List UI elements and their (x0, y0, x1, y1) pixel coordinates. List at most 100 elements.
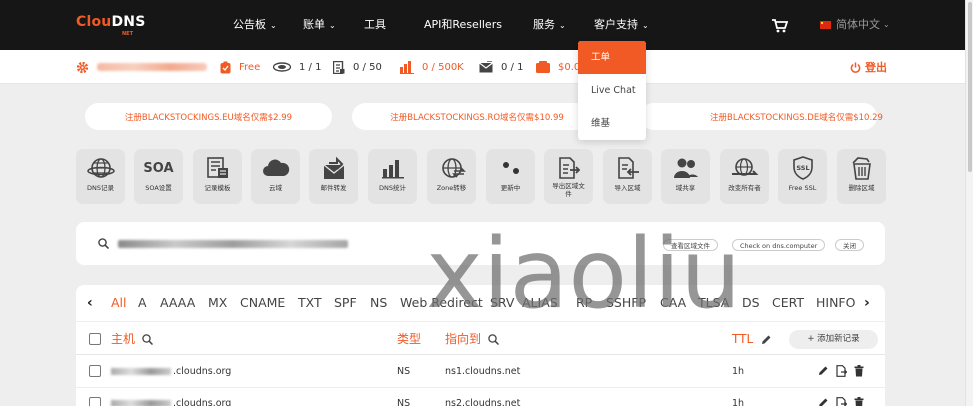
row-ttl: 1h (732, 366, 745, 377)
tab-rp[interactable]: RP (576, 285, 592, 321)
tab-hinfo[interactable]: HINFO (816, 285, 858, 321)
column-points-to[interactable]: 指向到 (445, 322, 500, 356)
pencil-icon[interactable] (818, 397, 829, 406)
row-host: .cloudns.org (111, 388, 231, 406)
tab-tlsa[interactable]: TLSA (698, 285, 729, 321)
tile-change-owner[interactable]: 改变所有者 (720, 149, 769, 204)
select-all-checkbox[interactable] (89, 333, 101, 345)
document-icon[interactable] (836, 365, 847, 377)
mail-forward-icon (321, 156, 347, 180)
view-zone-file-button[interactable]: 查看区域文件 (663, 239, 718, 251)
pencil-icon[interactable] (761, 334, 772, 345)
queries-status: 0 / 500K (400, 50, 464, 84)
document-icon[interactable] (836, 397, 847, 406)
chevron-right-icon[interactable]: › (864, 285, 870, 321)
tab-mx[interactable]: MX (208, 285, 227, 321)
row-checkbox[interactable] (89, 365, 101, 377)
menu-item-live-chat[interactable]: Live Chat (578, 74, 646, 107)
tab-cert[interactable]: CERT (772, 285, 804, 321)
tab-ns[interactable]: NS (370, 285, 387, 321)
row-points-to: ns1.cloudns.net (445, 366, 521, 377)
nav-services[interactable]: 服务 ⌄ (533, 0, 566, 50)
search-icon[interactable] (142, 333, 154, 345)
mail-forward-icon (479, 61, 493, 73)
row-actions (818, 365, 864, 377)
table-header: 主机 类型 指向到 TTL + 添加新记录 (76, 321, 885, 355)
record-type-tabs: ‹ All A AAAA MX CNAME TXT SPF NS Web Red… (76, 285, 885, 321)
promo-banner-eu[interactable]: 注册BLACKSTOCKINGS.EU域名仅需$2.99 (85, 103, 332, 130)
vertical-scrollbar[interactable] (965, 0, 973, 406)
tile-zone-transfer[interactable]: Zone转移 (427, 149, 476, 204)
tile-updating[interactable]: 更新中 (486, 149, 535, 204)
export-icon (557, 156, 581, 180)
tile-delete-zone[interactable]: 删除区域 (837, 149, 886, 204)
tile-mail-forwarding[interactable]: 邮件转发 (309, 149, 358, 204)
tab-alias[interactable]: ALIAS (522, 285, 558, 321)
svg-text:SSL: SSL (796, 164, 809, 172)
records-status: 0 / 50 (333, 50, 382, 84)
tab-ds[interactable]: DS (742, 285, 760, 321)
power-icon (850, 61, 861, 73)
row-points-to: ns2.cloudns.net (445, 398, 521, 406)
tile-import-zone[interactable]: 导入区域 (603, 149, 652, 204)
close-button[interactable]: 关闭 (835, 239, 864, 251)
column-ttl[interactable]: TTL (732, 322, 772, 356)
column-host[interactable]: 主机 (111, 322, 154, 356)
tile-dns-statistics[interactable]: DNS统计 (368, 149, 417, 204)
menu-item-tickets[interactable]: 工单 (578, 41, 646, 74)
balance-status[interactable]: $0.0 (536, 50, 580, 84)
zones-icon (273, 62, 291, 72)
logout-button[interactable]: 登出 (850, 50, 887, 84)
add-record-button[interactable]: + 添加新记录 (789, 330, 878, 349)
change-owner-icon (731, 156, 759, 180)
tab-spf[interactable]: SPF (334, 285, 357, 321)
support-dropdown-menu: 工单 Live Chat 维基 (578, 41, 646, 140)
plan-status[interactable]: Free (220, 50, 260, 84)
row-checkbox[interactable] (89, 397, 101, 406)
trash-icon[interactable] (854, 365, 864, 377)
account-info[interactable] (76, 50, 207, 84)
cloud-icon (262, 156, 290, 180)
row-ttl: 1h (732, 398, 745, 406)
menu-item-wiki[interactable]: 维基 (578, 107, 646, 140)
tab-cname[interactable]: CNAME (240, 285, 285, 321)
language-selector[interactable]: 简体中文 ⌄ (820, 0, 890, 50)
tile-free-ssl[interactable]: SSL Free SSL (778, 149, 827, 204)
template-icon (206, 156, 230, 180)
tab-caa[interactable]: CAA (660, 285, 686, 321)
promo-banner-de[interactable]: 注册BLACKSTOCKINGS.DE域名仅需$10.29 (640, 103, 883, 130)
tile-domain-sharing[interactable]: 域共享 (661, 149, 710, 204)
cart-icon[interactable] (772, 19, 788, 33)
check-dns-computer-button[interactable]: Check on dns.computer (732, 239, 826, 251)
promo-banner-ro[interactable]: 注册BLACKSTOCKINGS.RO域名仅需$10.99 (352, 103, 602, 130)
tab-sshfp[interactable]: SSHFP (606, 285, 646, 321)
cloudns-logo[interactable]: ClouDNS NET (76, 14, 145, 40)
tab-aaaa[interactable]: AAAA (160, 285, 195, 321)
chevron-left-icon[interactable]: ‹ (87, 285, 93, 321)
record-search-box[interactable]: 查看区域文件 Check on dns.computer 关闭 (76, 222, 885, 265)
search-icon[interactable] (488, 333, 500, 345)
tile-export-zone[interactable]: 导出区域文件 (544, 149, 593, 204)
document-icon (333, 60, 345, 74)
nav-api-resellers[interactable]: API和Resellers (424, 0, 502, 50)
tab-a[interactable]: A (138, 285, 147, 321)
pencil-icon[interactable] (818, 365, 829, 376)
column-type[interactable]: 类型 (397, 322, 421, 356)
tag-icon (220, 61, 231, 74)
gear-icon[interactable] (76, 61, 89, 74)
nav-bulletin[interactable]: 公告板 ⌄ (233, 0, 277, 50)
tile-record-templates[interactable]: 记录模板 (193, 149, 242, 204)
tab-txt[interactable]: TXT (298, 285, 322, 321)
tile-dns-records[interactable]: DNS记录 (76, 149, 125, 204)
nav-tools[interactable]: 工具 (364, 0, 386, 50)
records-table: 主机 类型 指向到 TTL + 添加新记录 .cloudns.org NS ns… (76, 321, 885, 406)
tab-web-redirect[interactable]: Web Redirect (400, 285, 483, 321)
tab-srv[interactable]: SRV (490, 285, 515, 321)
trash-icon[interactable] (854, 397, 864, 406)
soa-icon: SOA (143, 160, 174, 176)
tab-all[interactable]: All (111, 285, 127, 321)
tile-soa-settings[interactable]: SOA SOA设置 (134, 149, 183, 204)
nav-billing[interactable]: 账单 ⌄ (303, 0, 336, 50)
dots-icon (499, 156, 523, 180)
tile-cloud-domains[interactable]: 云域 (251, 149, 300, 204)
